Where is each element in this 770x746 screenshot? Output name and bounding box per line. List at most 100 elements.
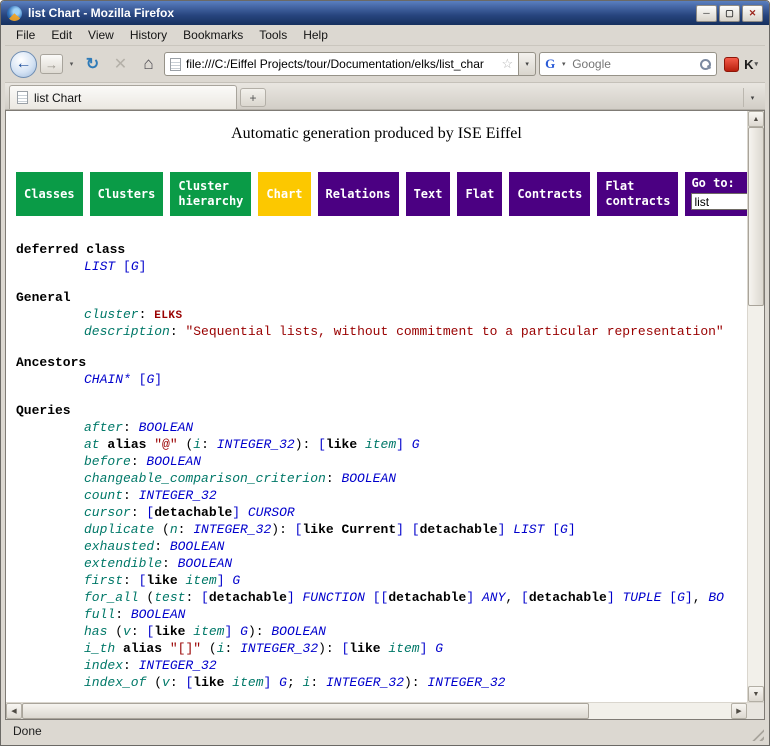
menu-item-view[interactable]: View [80,26,122,44]
code-token: ] [154,372,162,387]
code-line: after: BOOLEAN [16,419,747,436]
code-token: item [232,675,263,690]
tab-label: list Chart [34,91,81,105]
menu-item-edit[interactable]: Edit [43,26,80,44]
bookmark-star-icon[interactable]: ☆ [501,56,513,72]
menu-item-help[interactable]: Help [295,26,336,44]
code-token: BOOLEAN [170,539,225,554]
vertical-scroll-track[interactable] [748,127,764,686]
doc-nav-buttons: ClassesClustersCluster hierarchyChartRel… [16,172,678,216]
close-button[interactable]: ✕ [742,5,763,22]
code-token: ] [396,437,404,452]
code-token: ] [607,590,615,605]
search-icon[interactable] [700,59,711,70]
code-token: General [16,290,71,305]
code-token: after [84,420,123,435]
minimize-button[interactable]: ─ [696,5,717,22]
maximize-button[interactable]: ▢ [719,5,740,22]
new-tab-button[interactable]: + [240,88,266,107]
code-token: : [326,471,342,486]
code-token: ] [139,259,147,274]
horizontal-scrollbar[interactable]: ◀ ▶ [6,702,764,719]
code-token: alias [123,641,162,656]
status-bar: Done [5,720,765,742]
search-input[interactable] [572,57,697,71]
menu-item-file[interactable]: File [8,26,43,44]
doc-button-relations[interactable]: Relations [318,172,399,216]
code-token: INTEGER_32 [139,658,217,673]
doc-button-chart[interactable]: Chart [258,172,310,216]
scroll-up-button[interactable]: ▲ [748,111,764,127]
menu-item-tools[interactable]: Tools [251,26,295,44]
page-viewport: Automatic generation produced by ISE Eif… [6,111,764,702]
code-token: i [217,641,225,656]
code-line: before: BOOLEAN [16,453,747,470]
code-token: ] [217,573,225,588]
code-line: LIST [G] [16,258,747,275]
scroll-down-button[interactable]: ▼ [748,686,764,702]
code-token: : [123,420,139,435]
code-token: item [365,437,396,452]
doc-button-cluster-hierarchy[interactable]: Cluster hierarchy [170,172,251,216]
doc-button-clusters[interactable]: Clusters [90,172,164,216]
history-dropdown-icon[interactable]: ▾ [66,54,77,74]
code-token: cursor [84,505,131,520]
back-button[interactable]: ← [10,51,37,78]
code-token: item [193,624,224,639]
code-token: [ [201,590,209,605]
url-input[interactable] [186,57,496,71]
code-token: LIST [513,522,544,537]
tab-list-chart[interactable]: list Chart [9,85,237,109]
addon-icon-red[interactable] [724,57,739,72]
firefox-icon[interactable] [7,6,22,21]
menu-item-bookmarks[interactable]: Bookmarks [175,26,251,44]
horizontal-scroll-track[interactable] [22,703,731,719]
code-token: ( [178,437,194,452]
home-button[interactable]: ⌂ [136,52,161,77]
refresh-button[interactable]: ↻ [80,52,105,77]
code-token: has [84,624,107,639]
code-token: for_all [84,590,139,605]
horizontal-scroll-thumb[interactable] [22,703,589,719]
url-dropdown-button[interactable]: ▾ [519,52,536,76]
code-line: exhausted: BOOLEAN [16,538,747,555]
vertical-scroll-thumb[interactable] [748,127,764,306]
doc-button-flat[interactable]: Flat [457,172,502,216]
stop-button[interactable]: ✕ [108,52,133,77]
code-token: v [162,675,170,690]
doc-button-text[interactable]: Text [406,172,451,216]
code-token: Queries [16,403,71,418]
doc-button-flat-contracts[interactable]: Flat contracts [597,172,678,216]
code-token: like [193,675,224,690]
code-token: G [677,590,685,605]
code-token: i_th [84,641,115,656]
code-token: i [193,437,201,452]
doc-button-classes[interactable]: Classes [16,172,83,216]
vertical-scrollbar[interactable]: ▲ ▼ [747,111,764,702]
code-token: ( [139,590,155,605]
code-token: ): [295,437,318,452]
code-token: [ [521,590,529,605]
addon-icon-k[interactable]: K ▾ [742,57,760,72]
list-all-tabs-button[interactable]: ▾ [743,88,761,107]
code-line: i_th alias "[]" (i: INTEGER_32): [like i… [16,640,747,657]
code-token [232,624,240,639]
code-token: INTEGER_32 [240,641,318,656]
forward-button[interactable]: → [40,54,63,74]
code-token: BOOLEAN [131,607,186,622]
code-token: "[]" [170,641,201,656]
doc-button-contracts[interactable]: Contracts [509,172,590,216]
scroll-left-button[interactable]: ◀ [6,703,22,719]
search-engine-dropdown-icon[interactable]: ▾ [558,54,569,74]
resize-grip[interactable] [751,728,764,741]
code-token: : [139,307,155,322]
menu-item-history[interactable]: History [122,26,175,44]
code-token: : [131,624,147,639]
code-token: INTEGER_32 [139,488,217,503]
goto-label: Go to: [691,176,747,190]
goto-input[interactable] [691,193,747,210]
code-token: ] [568,522,576,537]
scroll-right-button[interactable]: ▶ [731,703,747,719]
code-token: BOOLEAN [271,624,326,639]
code-token: [[ [373,590,389,605]
